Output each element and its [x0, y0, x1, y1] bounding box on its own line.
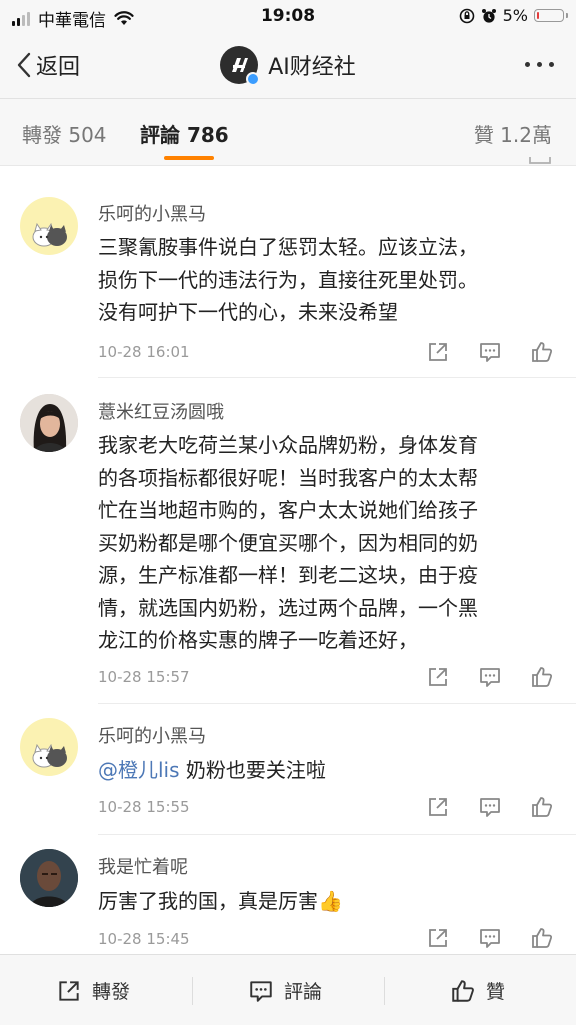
tab-active-indicator: [164, 156, 214, 160]
comment-author[interactable]: 乐呵的小黑马: [98, 722, 206, 748]
like-icon[interactable]: [530, 665, 554, 689]
comment-actions: [426, 340, 554, 364]
avatar[interactable]: [20, 718, 78, 776]
woman-avatar-icon: [20, 394, 78, 452]
bottom-like-button[interactable]: 贊: [450, 977, 505, 1004]
more-options-button[interactable]: [525, 62, 554, 67]
comment-actions: [426, 926, 554, 950]
comment-time: 10-28 15:57: [98, 668, 190, 686]
comment-icon[interactable]: [478, 665, 502, 689]
like-icon[interactable]: [530, 926, 554, 950]
comment-author[interactable]: 乐呵的小黑马: [98, 200, 206, 226]
orientation-lock-icon: [459, 8, 474, 23]
nav-title: AI财经社: [268, 55, 356, 80]
comment-text: @橙儿lis 奶粉也要关注啦: [98, 754, 548, 787]
comment-line: 损伤下一代的违法行为，直接往死里处罚。: [98, 267, 478, 292]
partial-action-icon: [529, 157, 551, 164]
share-icon[interactable]: [426, 665, 450, 689]
avatar[interactable]: [20, 849, 78, 907]
comment-item: 我是忙着呢 厉害了我的国，真是厉害👍 10-28 15:45: [0, 835, 576, 954]
comment-time: 10-28 15:45: [98, 930, 190, 948]
like-icon[interactable]: [530, 795, 554, 819]
mention-link[interactable]: @橙儿lis: [98, 758, 180, 782]
cat-avatar-icon: [32, 222, 67, 247]
battery-icon: [534, 9, 568, 22]
comment-text: 三聚氰胺事件说白了惩罚太轻。应该立法， 损伤下一代的违法行为，直接往死里处罚。 …: [98, 231, 548, 329]
account-logo: [220, 46, 261, 86]
comment-line: 买奶粉都是哪个便宜买哪个，因为相同的奶: [98, 530, 478, 555]
bottom-repost-button[interactable]: 轉發: [56, 977, 130, 1004]
comment-line: 忙在当地超市购的，客户太太说她们给孩子: [98, 498, 478, 522]
status-right: 5%: [459, 6, 568, 25]
battery-percent: 5%: [502, 6, 528, 25]
nav-account[interactable]: AI财经社: [0, 46, 576, 86]
avatar[interactable]: [20, 394, 78, 452]
battery-fill: [537, 12, 539, 19]
bottom-action-bar: 轉發 評論 贊: [0, 954, 576, 1025]
alarm-icon: [481, 8, 496, 23]
comment-actions: [426, 795, 554, 819]
tab-comments[interactable]: 評論 786: [140, 119, 229, 148]
comment-icon[interactable]: [478, 926, 502, 950]
tab-bar: 轉發 504 評論 786 贊 1.2萬: [0, 99, 576, 166]
comment-item: 乐呵的小黑马 @橙儿lis 奶粉也要关注啦 10-28 15:55: [0, 704, 576, 834]
comment-time: 10-28 16:01: [98, 343, 190, 361]
share-icon[interactable]: [426, 340, 450, 364]
divider: [192, 977, 193, 1005]
comment-body: 奶粉也要关注啦: [179, 758, 326, 782]
like-icon[interactable]: [530, 340, 554, 364]
comment-line: 情，就选国内奶粉，选过两个品牌，一个黑: [98, 595, 478, 620]
comment-item: 薏米红豆汤圆哦 我家老大吃荷兰某小众品牌奶粉，身体发育 的各项指标都很好呢！当时…: [0, 378, 576, 703]
tab-likes[interactable]: 贊 1.2萬: [474, 119, 552, 148]
comment-icon[interactable]: [478, 340, 502, 364]
comment-body: 厉害了我的国，真是厉害: [98, 889, 318, 913]
cat-avatar-icon: [32, 743, 67, 768]
comment-text: 我家老大吃荷兰某小众品牌奶粉，身体发育 的各项指标都很好呢！当时我客户的太太帮 …: [98, 429, 548, 657]
share-icon: [59, 980, 79, 1001]
bottom-comment-button[interactable]: 評論: [248, 977, 322, 1004]
comment-text: 厉害了我的国，真是厉害👍: [98, 885, 548, 918]
like-icon: [452, 979, 474, 1002]
share-icon[interactable]: [426, 795, 450, 819]
bottom-comment-label: 評論: [284, 981, 323, 1003]
comment-icon[interactable]: [478, 795, 502, 819]
bottom-like-label: 贊: [486, 981, 506, 1003]
bottom-repost-label: 轉發: [92, 981, 131, 1003]
avatar[interactable]: [20, 197, 78, 255]
comment-actions: [426, 665, 554, 689]
comment-line: 龙江的价格实惠的牌子一吃着还好，: [98, 628, 418, 652]
comment-item: 乐呵的小黑马 三聚氰胺事件说白了惩罚太轻。应该立法， 损伤下一代的违法行为，直接…: [0, 180, 576, 377]
comment-icon: [250, 980, 272, 1002]
nav-bar: 返回 AI财经社: [0, 32, 576, 99]
comment-line: 源，生产标准都一样！到老二这块，由于疫: [98, 563, 478, 587]
comment-line: 我家老大吃荷兰某小众品牌奶粉，身体发育: [98, 433, 478, 457]
thumbs-up-emoji-icon: 👍: [318, 889, 343, 913]
share-icon[interactable]: [426, 926, 450, 950]
divider: [384, 977, 385, 1005]
status-bar: 中華電信 19:08 5%: [0, 0, 576, 32]
comment-time: 10-28 15:55: [98, 798, 190, 816]
comment-line: 没有呵护下一代的心，未来没希望: [98, 300, 398, 324]
comment-line: 三聚氰胺事件说白了惩罚太轻。应该立法，: [98, 235, 478, 259]
man-avatar-icon: [20, 849, 78, 907]
comment-author[interactable]: 我是忙着呢: [98, 853, 188, 879]
comment-author[interactable]: 薏米红豆汤圆哦: [98, 398, 224, 424]
comment-line: 的各项指标都很好呢！当时我客户的太太帮: [98, 465, 478, 490]
tab-repost[interactable]: 轉發 504: [22, 119, 107, 148]
